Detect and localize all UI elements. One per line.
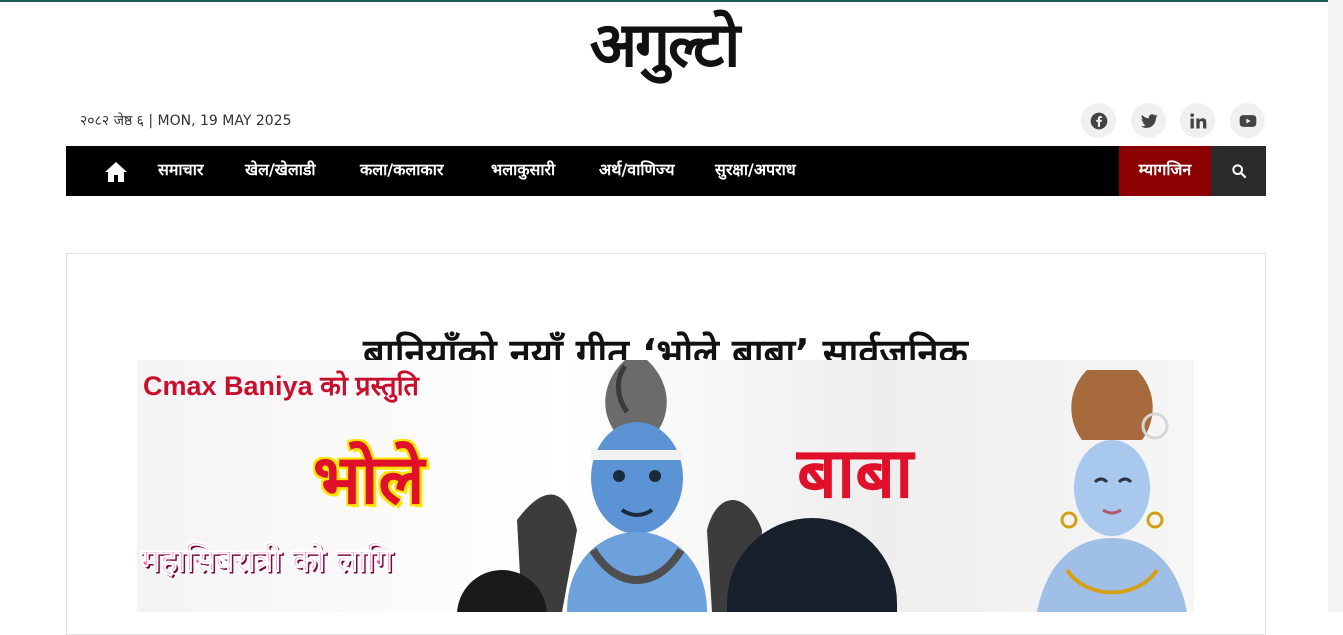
hero-title-left: भोले [313,441,425,520]
nav-search-button[interactable] [1211,146,1266,196]
youtube-link[interactable] [1230,103,1265,138]
hero-occasion-text: महासिबरात्री को लागि [140,541,393,580]
twitter-link[interactable] [1131,103,1166,138]
nav-magazine-button[interactable]: म्यागजिन [1119,146,1211,196]
home-icon [105,162,127,182]
facebook-icon [1090,112,1107,129]
hero-title-right: बाबा [797,432,914,514]
scrollbar[interactable] [1328,0,1343,612]
linkedin-link[interactable] [1180,103,1215,138]
dateline: २०८२ जेष्ठ ६ | MON, 19 MAY 2025 [80,113,292,129]
twitter-icon [1140,113,1158,128]
hero-credit-text: Cmax Baniya को प्रस्तुति [143,371,419,401]
nav-item-bhalakusari[interactable]: भलाकुसारी [491,146,555,196]
top-accent-bar [0,0,1343,2]
nav-item-suraksha[interactable]: सुरक्षा/अपराध [715,146,796,196]
shiva-portrait [1037,370,1187,612]
nav-item-khel[interactable]: खेल/खेलाडी [245,146,316,196]
linkedin-icon [1189,112,1206,128]
facebook-link[interactable] [1081,103,1116,138]
nav-item-kala[interactable]: कला/कलाकार [360,146,443,196]
site-logo[interactable]: अगुल्टो [546,4,782,86]
search-icon [1231,164,1246,179]
shiva-illustration [517,360,762,612]
site-logo-text: अगुल्टो [589,8,741,81]
main-navbar: समाचार खेल/खेलाडी कला/कलाकार भलाकुसारी अ… [66,146,1266,196]
nav-home[interactable] [104,160,128,184]
youtube-icon [1239,114,1256,127]
nav-item-samachar[interactable]: समाचार [158,146,203,196]
article-hero-image[interactable]: Cmax Baniya को प्रस्तुति भोले बाबा महासि… [137,360,1194,612]
nav-item-artha[interactable]: अर्थ/वाणिज्य [599,146,674,196]
